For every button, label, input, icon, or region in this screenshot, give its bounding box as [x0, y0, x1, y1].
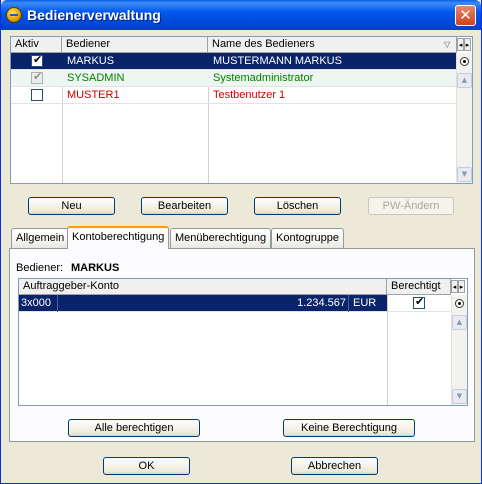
- edit-button[interactable]: Bearbeiten: [141, 197, 228, 215]
- change-password-button[interactable]: PW-Ändern: [368, 197, 454, 215]
- window-title: Bedienerverwaltung: [27, 7, 161, 23]
- tab-general[interactable]: Allgemein: [11, 228, 70, 248]
- active-checkbox: [31, 70, 43, 84]
- table-row[interactable]: MUSTER1 Testbenutzer 1: [11, 87, 457, 104]
- amount-cell: 1.234.567: [297, 297, 346, 309]
- title-bar[interactable]: Bedienerverwaltung ✕: [1, 0, 481, 30]
- close-button[interactable]: ✕: [455, 5, 476, 26]
- cancel-button[interactable]: Abbrechen: [291, 457, 378, 475]
- currency-cell: EUR: [353, 297, 377, 309]
- users-table[interactable]: Aktiv Bediener Name des Bedieners ▽ ◂ ▸ …: [10, 36, 473, 184]
- tab-account-permission[interactable]: Kontoberechtigung: [67, 226, 170, 249]
- table-row[interactable]: SYSADMIN Systemadministrator: [11, 70, 457, 87]
- tab-menu-permission[interactable]: Menüberechtigung: [170, 228, 272, 248]
- allowed-cell: [388, 295, 450, 312]
- column-header-active[interactable]: Aktiv: [11, 37, 62, 53]
- scroll-up-icon[interactable]: ▲: [457, 73, 472, 88]
- vertical-scrollbar[interactable]: ▲ ▼: [456, 53, 472, 183]
- account-cell: 3x000: [21, 297, 51, 309]
- operator-label: Bediener:: [16, 262, 64, 274]
- active-checkbox[interactable]: [31, 53, 43, 67]
- scroll-left-icon[interactable]: ◂: [457, 38, 464, 51]
- delete-button[interactable]: Löschen: [254, 197, 341, 215]
- column-header-account[interactable]: Auftraggeber-Konto: [19, 279, 387, 295]
- scroll-right-icon[interactable]: ▸: [458, 280, 465, 293]
- tab-panel: Bediener: MARKUS Auftraggeber-Konto Bere…: [9, 248, 475, 442]
- name-cell: Testbenutzer 1: [213, 89, 286, 101]
- scroll-left-icon[interactable]: ◂: [451, 280, 458, 293]
- allowed-checkbox[interactable]: [413, 295, 425, 309]
- ok-button[interactable]: OK: [103, 457, 190, 475]
- scroll-down-icon[interactable]: ▼: [452, 389, 467, 404]
- name-cell: Systemadministrator: [213, 72, 314, 84]
- table-row[interactable]: 3x000 1.234.567 EUR: [19, 295, 387, 312]
- row-indicator-icon: [460, 57, 469, 66]
- column-header-allowed[interactable]: Berechtigt: [387, 279, 451, 295]
- tab-account-group[interactable]: Kontogruppe: [271, 228, 344, 248]
- column-header-name[interactable]: Name des Bedieners: [208, 37, 457, 53]
- sort-icon: ▽: [444, 40, 451, 49]
- new-button[interactable]: Neu: [28, 197, 115, 215]
- vertical-scrollbar[interactable]: ▲ ▼: [451, 295, 467, 405]
- user-cell: MUSTER1: [67, 89, 120, 101]
- scroll-up-icon[interactable]: ▲: [452, 315, 467, 330]
- column-header-user[interactable]: Bediener: [62, 37, 208, 53]
- user-cell: SYSADMIN: [67, 72, 125, 84]
- grant-all-button[interactable]: Alle berechtigen: [68, 419, 200, 437]
- user-cell: MARKUS: [67, 55, 115, 67]
- dialog-window: Bedienerverwaltung ✕ Aktiv Bediener Name…: [0, 0, 482, 484]
- permission-table[interactable]: Auftraggeber-Konto Berechtigt ◂ ▸ 3x000 …: [18, 278, 468, 406]
- scroll-down-icon[interactable]: ▼: [457, 167, 472, 182]
- table-row[interactable]: MARKUS MUSTERMANN MARKUS: [11, 53, 457, 70]
- row-indicator-icon: [455, 299, 464, 308]
- scroll-right-icon[interactable]: ▸: [464, 38, 471, 51]
- active-checkbox[interactable]: [31, 89, 43, 101]
- revoke-all-button[interactable]: Keine Berechtigung: [283, 419, 415, 437]
- name-cell: MUSTERMANN MARKUS: [213, 55, 342, 67]
- app-icon: [6, 7, 22, 23]
- operator-value: MARKUS: [71, 262, 120, 274]
